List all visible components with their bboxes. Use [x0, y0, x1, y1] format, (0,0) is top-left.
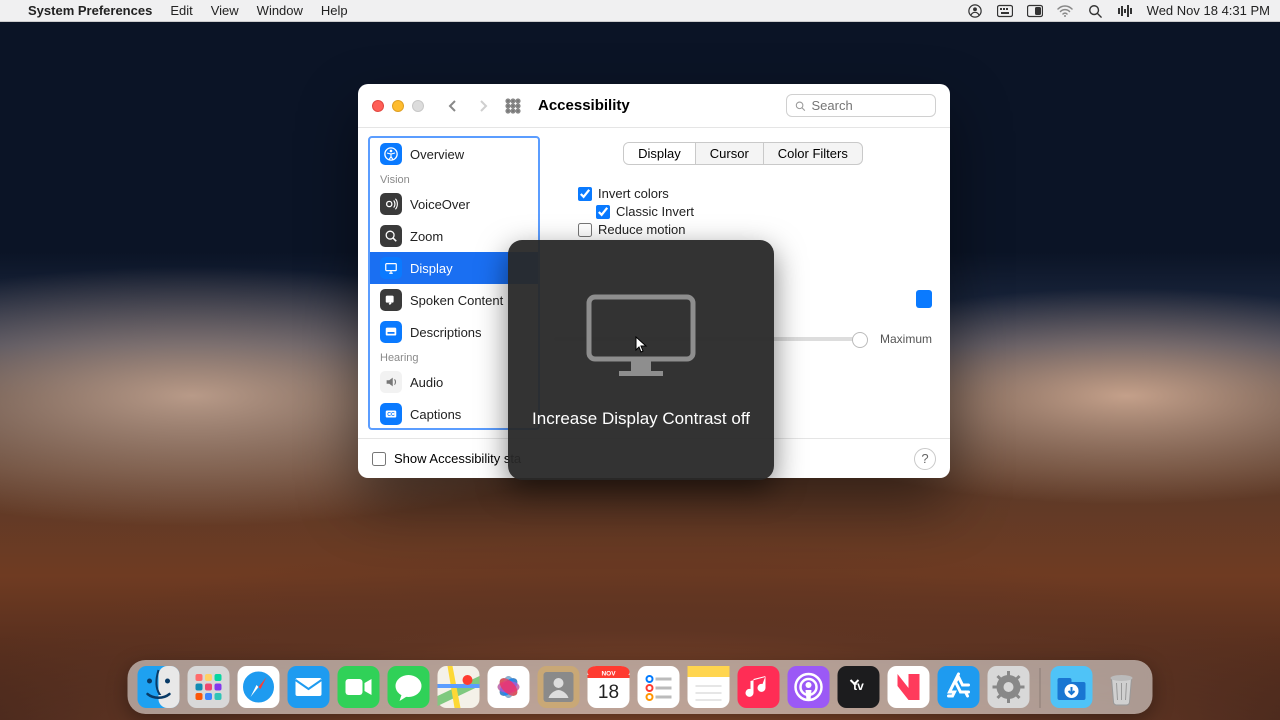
dock-downloads[interactable]: [1051, 666, 1093, 708]
dock-launchpad[interactable]: [188, 666, 230, 708]
checkbox-reduce-motion[interactable]: [578, 223, 592, 237]
option-label: Reduce motion: [598, 222, 685, 237]
spoken-content-icon: [380, 289, 402, 311]
show-all-button[interactable]: [502, 95, 524, 117]
tab-bar: Display Cursor Color Filters: [623, 142, 863, 165]
app-menu[interactable]: System Preferences: [28, 3, 152, 18]
option-reduce-motion[interactable]: Reduce motion: [578, 222, 932, 237]
dock-settings[interactable]: [988, 666, 1030, 708]
keyboard-icon[interactable]: [997, 4, 1013, 18]
zoom-button: [412, 100, 424, 112]
option-label: Classic Invert: [616, 204, 694, 219]
option-label: Invert colors: [598, 186, 669, 201]
sidebar-item-voiceover[interactable]: VoiceOver: [370, 188, 538, 220]
forward-button: [472, 95, 494, 117]
user-icon[interactable]: [967, 4, 983, 18]
tab-display[interactable]: Display: [624, 143, 696, 164]
siri-icon[interactable]: [1117, 4, 1133, 18]
menu-window[interactable]: Window: [257, 3, 303, 18]
tab-cursor[interactable]: Cursor: [696, 143, 764, 164]
window-title: Accessibility: [538, 97, 630, 114]
wifi-icon[interactable]: [1057, 4, 1073, 18]
menu-view[interactable]: View: [211, 3, 239, 18]
display-icon: [380, 257, 402, 279]
contrast-hud: Increase Display Contrast off: [508, 240, 774, 480]
dock-maps[interactable]: [438, 666, 480, 708]
sidebar-item-label: Captions: [410, 407, 461, 422]
cursor-size-stepper[interactable]: [916, 290, 932, 308]
menu-edit[interactable]: Edit: [170, 3, 192, 18]
dock-separator: [1040, 668, 1041, 708]
help-button[interactable]: ?: [914, 448, 936, 470]
monitor-icon: [581, 291, 701, 381]
close-button[interactable]: [372, 100, 384, 112]
dock-music[interactable]: [738, 666, 780, 708]
titlebar: Accessibility: [358, 84, 950, 128]
captions-icon: CC: [380, 403, 402, 425]
dock-facetime[interactable]: [338, 666, 380, 708]
dock-messages[interactable]: [388, 666, 430, 708]
option-invert-colors[interactable]: Invert colors: [578, 186, 932, 201]
sidebar-item-label: Display: [410, 261, 453, 276]
descriptions-icon: [380, 321, 402, 343]
dock-safari[interactable]: [238, 666, 280, 708]
menubar: System Preferences Edit View Window Help…: [0, 0, 1280, 22]
dock-calendar[interactable]: NOV 18: [588, 666, 630, 708]
sidebar-item-label: Descriptions: [410, 325, 482, 340]
dock-tv[interactable]: tv: [838, 666, 880, 708]
checkbox-invert-colors[interactable]: [578, 187, 592, 201]
svg-text:18: 18: [598, 682, 619, 703]
spotlight-icon[interactable]: [1087, 4, 1103, 18]
minimize-button[interactable]: [392, 100, 404, 112]
option-classic-invert[interactable]: Classic Invert: [596, 204, 932, 219]
hud-label: Increase Display Contrast off: [532, 409, 750, 429]
checkbox-classic-invert[interactable]: [596, 205, 610, 219]
audio-icon: [380, 371, 402, 393]
dock-notes[interactable]: [688, 666, 730, 708]
dock-reminders[interactable]: [638, 666, 680, 708]
tab-color-filters[interactable]: Color Filters: [764, 143, 862, 164]
sidebar-item-label: VoiceOver: [410, 197, 470, 212]
slider-max-label: Maximum: [880, 332, 932, 346]
dock-contacts[interactable]: [538, 666, 580, 708]
zoom-icon: [380, 225, 402, 247]
sidebar-item-overview[interactable]: Overview: [370, 138, 538, 170]
dock: NOV 18 tv: [128, 660, 1153, 714]
checkbox-show-status[interactable]: [372, 452, 386, 466]
dock-appstore[interactable]: [938, 666, 980, 708]
sidebar-item-label: Audio: [410, 375, 443, 390]
voiceover-icon: [380, 193, 402, 215]
search-field[interactable]: [786, 94, 936, 117]
svg-text:NOV: NOV: [601, 671, 616, 678]
dock-trash[interactable]: [1101, 666, 1143, 708]
dock-photos[interactable]: [488, 666, 530, 708]
sidebar-item-label: Zoom: [410, 229, 443, 244]
dock-podcasts[interactable]: [788, 666, 830, 708]
control-center-icon[interactable]: [1027, 4, 1043, 18]
back-button[interactable]: [442, 95, 464, 117]
search-input[interactable]: [812, 98, 928, 113]
sidebar-item-label: Spoken Content: [410, 293, 503, 308]
dock-news[interactable]: [888, 666, 930, 708]
sidebar-category-vision: Vision: [370, 170, 538, 188]
menubar-clock[interactable]: Wed Nov 18 4:31 PM: [1147, 3, 1270, 18]
dock-finder[interactable]: [138, 666, 180, 708]
dock-mail[interactable]: [288, 666, 330, 708]
menu-help[interactable]: Help: [321, 3, 348, 18]
accessibility-icon: [380, 143, 402, 165]
svg-text:CC: CC: [387, 412, 395, 418]
sidebar-item-label: Overview: [410, 147, 464, 162]
show-status-label: Show Accessibility sta: [394, 451, 521, 466]
